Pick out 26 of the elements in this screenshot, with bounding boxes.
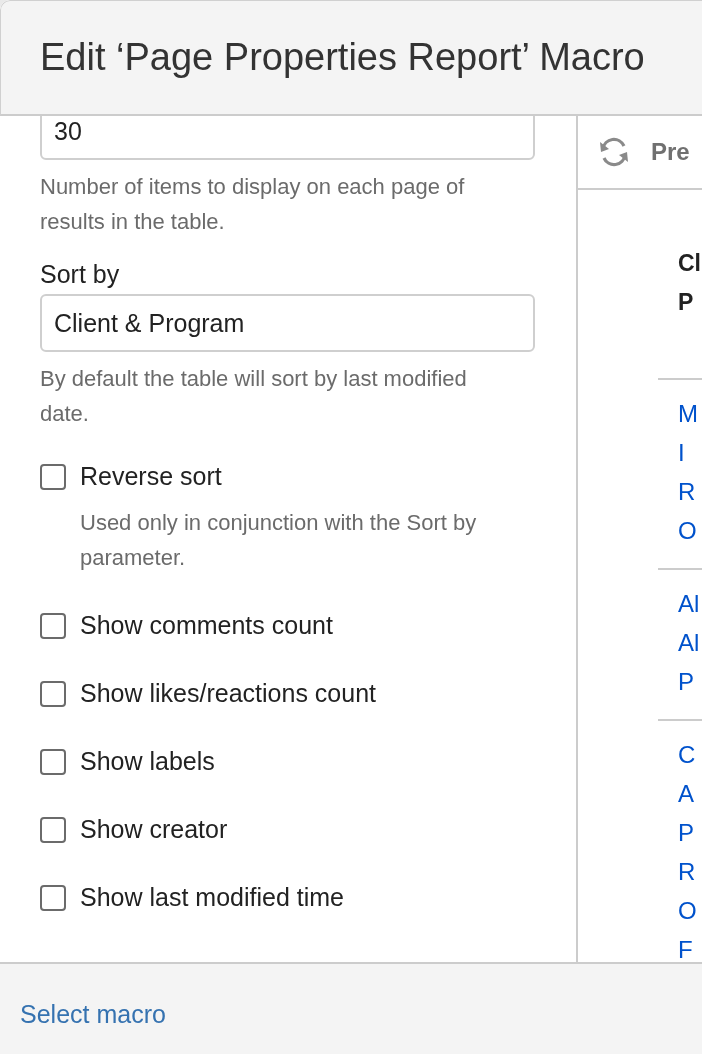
preview-title: Pre <box>651 138 690 166</box>
option-label: Show creator <box>80 815 228 844</box>
page-link[interactable]: M I R O <box>678 394 698 550</box>
option-label: Show likes/reactions count <box>80 679 376 708</box>
input-field[interactable]: 30 <box>40 116 535 160</box>
option-label: Reverse sort <box>80 462 222 491</box>
checkbox[interactable] <box>40 612 66 639</box>
checkbox[interactable] <box>40 884 66 911</box>
checkbox[interactable] <box>40 748 66 775</box>
page-link[interactable]: Al Al P <box>678 584 700 701</box>
dialog-title: Edit ‘Page Properties Report’ Macro <box>40 36 645 79</box>
checkbox[interactable] <box>40 680 66 707</box>
checkbox[interactable] <box>40 816 66 843</box>
help-text: Number of items to display on each page of results in the table. <box>40 173 466 236</box>
option-label: Show comments count <box>80 611 333 640</box>
input-field[interactable]: Client & Program <box>40 294 535 352</box>
help-text: By default the table will sort by last modified date. <box>40 365 468 428</box>
checkbox[interactable] <box>40 463 66 490</box>
option-label: Show labels <box>80 747 215 776</box>
refresh-icon[interactable] <box>598 137 630 167</box>
help-text: Used only in conjunction with the Sort by parameter. <box>80 509 478 572</box>
field-label: Sort by <box>40 259 121 290</box>
option-label: Show last modified time <box>80 883 344 912</box>
select-macro-link[interactable]: Select macro <box>20 999 166 1029</box>
page-link[interactable]: C A P R O F <box>678 735 697 962</box>
column-heading: Cl P <box>677 249 702 317</box>
